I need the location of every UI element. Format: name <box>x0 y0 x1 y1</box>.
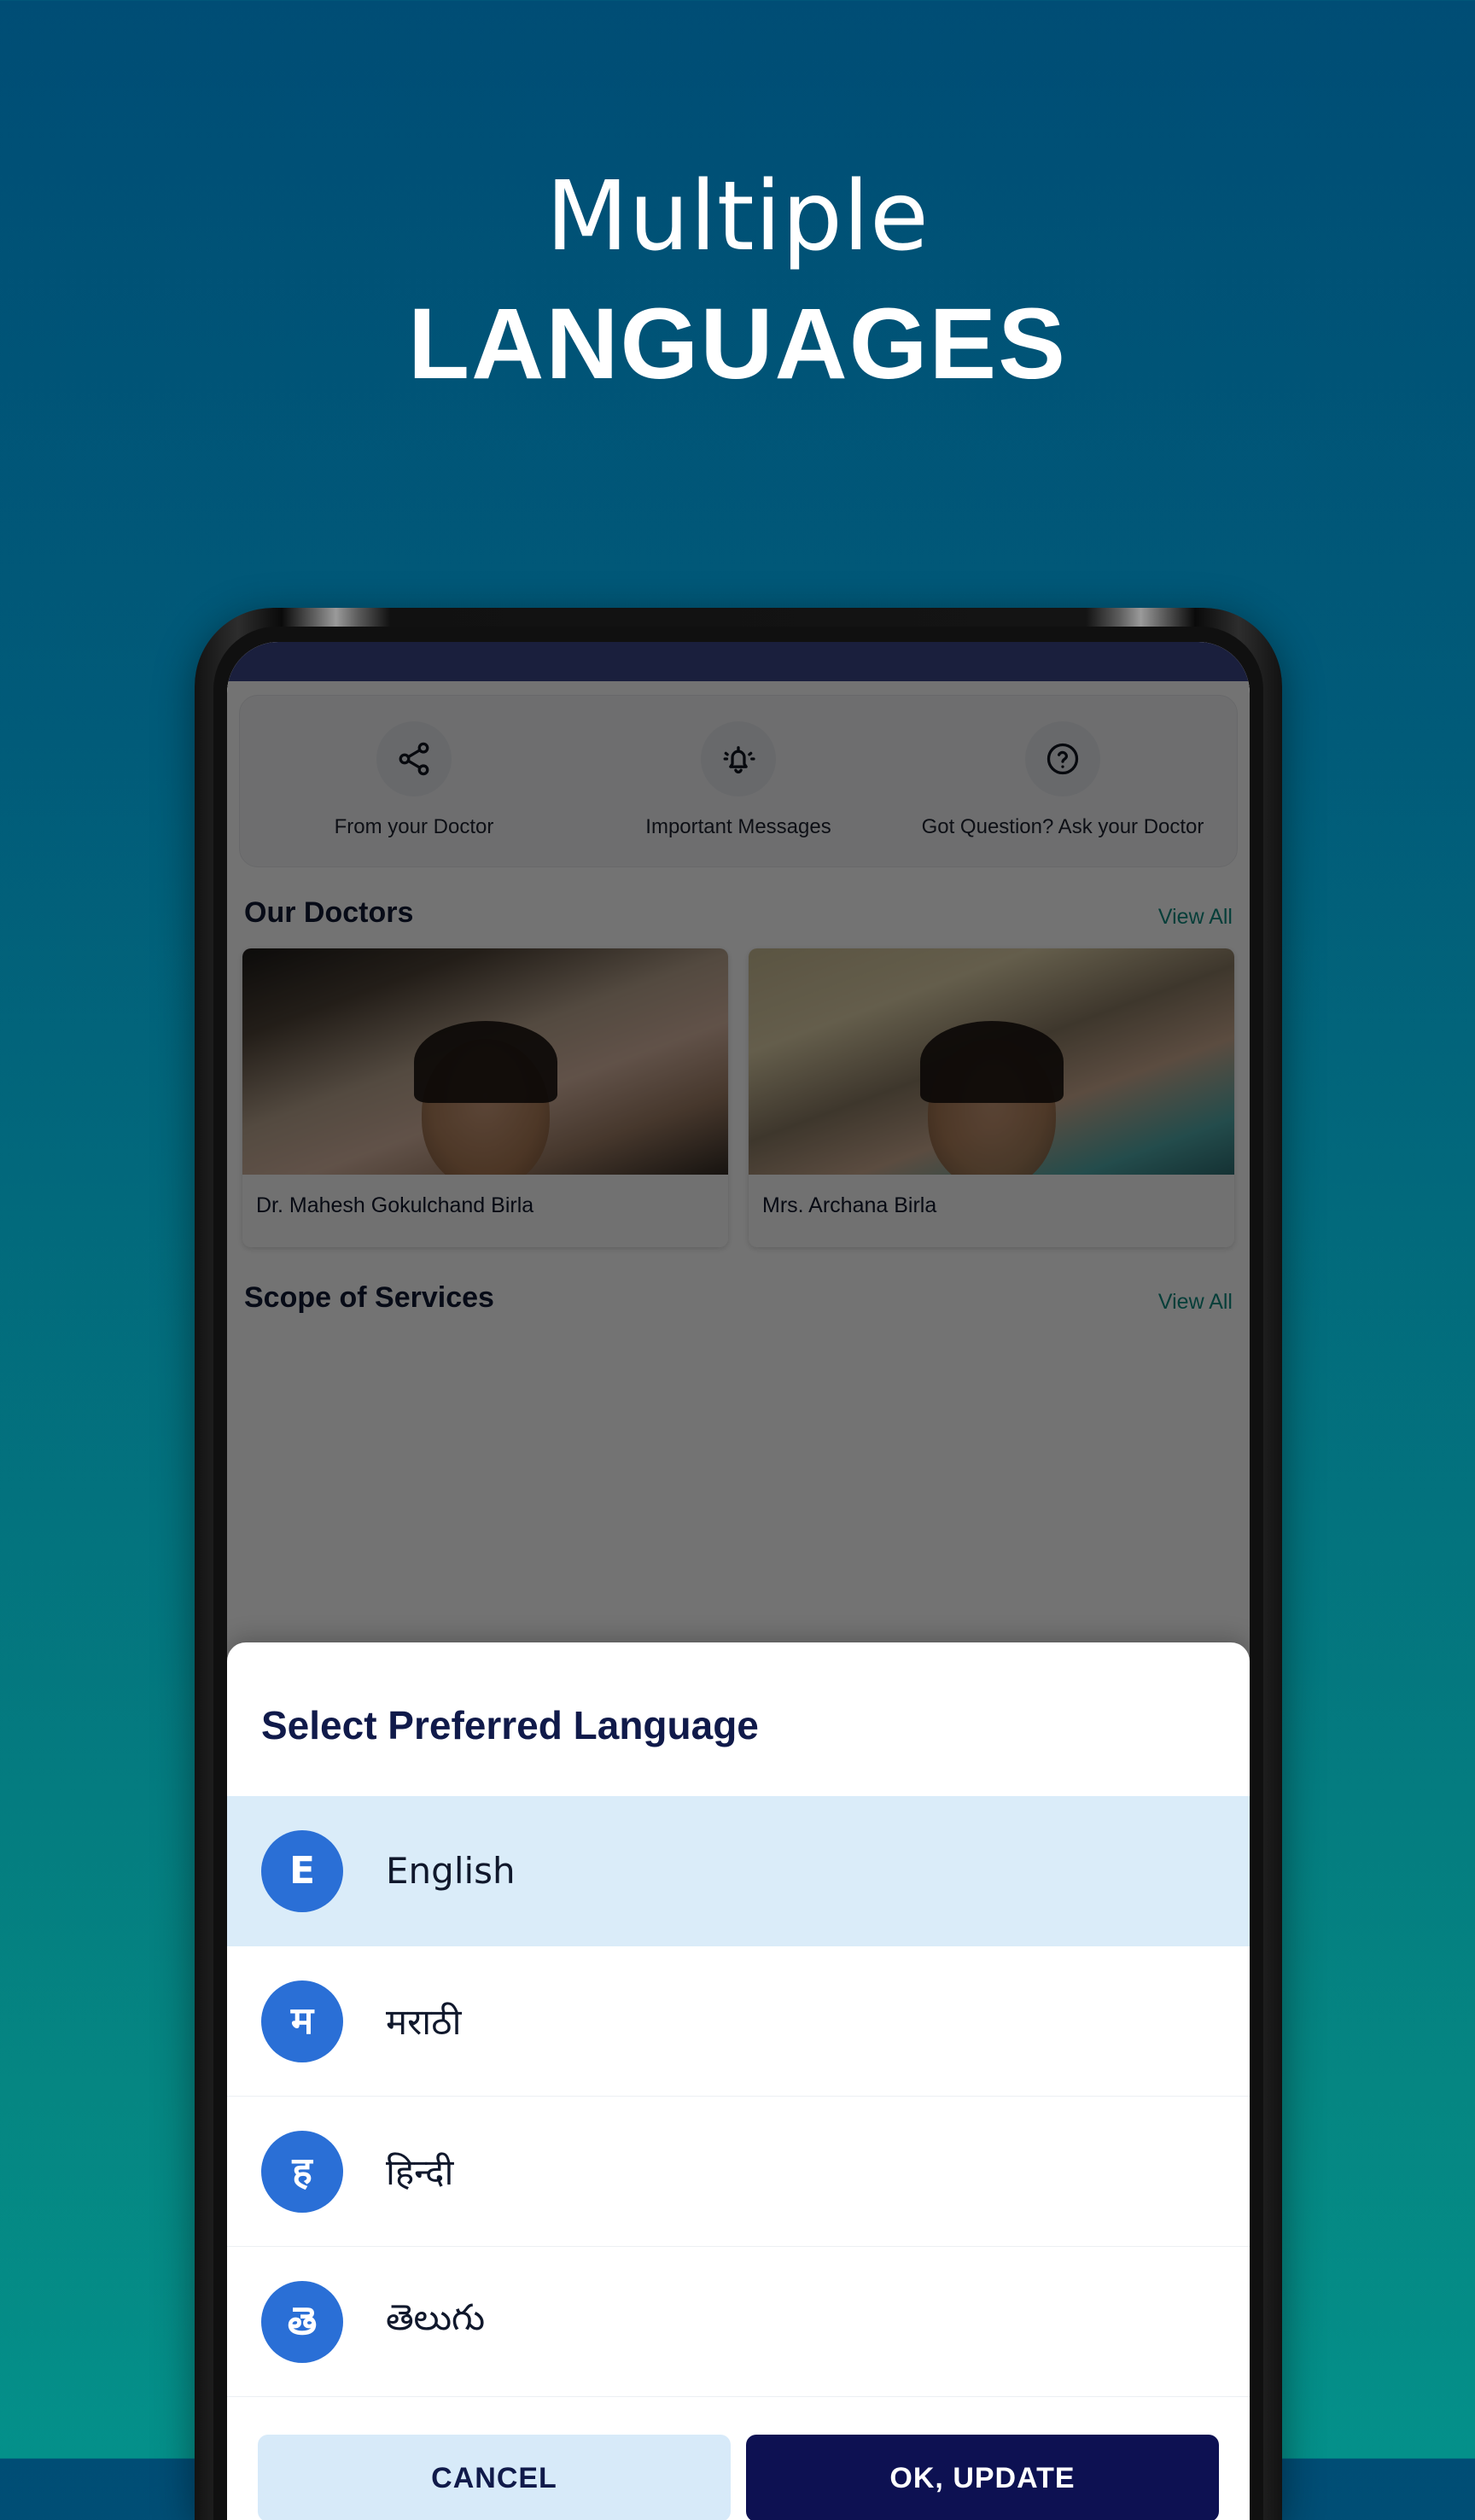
phone-bezel: From your Doctor Important Messages Got … <box>213 627 1263 2520</box>
section-header-our-doctors: Our Doctors View All <box>244 896 1233 930</box>
phone-screen: From your Doctor Important Messages Got … <box>227 642 1250 2520</box>
bell-icon <box>701 721 776 796</box>
language-option-english[interactable]: E English <box>227 1796 1250 1946</box>
promo-line-1: Multiple <box>545 161 930 272</box>
doctor-photo <box>749 948 1234 1175</box>
promo-headline: Multiple LANGUAGES <box>0 0 1475 397</box>
language-option-telugu[interactable]: తె తెలుగు <box>227 2247 1250 2397</box>
language-label: తెలుగు <box>386 2295 486 2338</box>
app-scroll-area[interactable]: From your Doctor Important Messages Got … <box>227 681 1250 1315</box>
section-title: Scope of Services <box>244 1281 494 1315</box>
language-avatar: म <box>261 1980 343 2062</box>
doctor-photo-hair <box>413 1021 557 1104</box>
dialog-title: Select Preferred Language <box>261 1703 759 1747</box>
section-header-scope-of-services: Scope of Services View All <box>244 1281 1233 1315</box>
quick-action-label: Got Question? Ask your Doctor <box>921 815 1204 838</box>
cancel-button[interactable]: CANCEL <box>258 2435 731 2520</box>
dialog-actions: CANCEL OK, UPDATE <box>227 2397 1250 2520</box>
doctor-photo <box>242 948 728 1175</box>
quick-action-label: From your Doctor <box>334 815 494 838</box>
section-title: Our Doctors <box>244 896 414 930</box>
promo-line-2: LANGUAGES <box>408 287 1067 400</box>
quick-action-important-messages[interactable]: Important Messages <box>576 721 901 841</box>
language-label: हिन्दी <box>386 2151 454 2193</box>
language-avatar: తె <box>261 2280 343 2363</box>
quick-actions-card: From your Doctor Important Messages Got … <box>239 695 1238 868</box>
question-circle-icon <box>1025 721 1100 796</box>
language-avatar: E <box>261 1829 343 1912</box>
doctor-name: Dr. Mahesh Gokulchand Birla <box>256 1193 534 1218</box>
phone-mockup: From your Doctor Important Messages Got … <box>195 608 1282 2520</box>
language-label: मराठी <box>386 2001 462 2043</box>
ok-update-button[interactable]: OK, UPDATE <box>746 2435 1219 2520</box>
doctor-card[interactable]: Dr. Mahesh Gokulchand Birla <box>242 948 728 1248</box>
view-all-link[interactable]: View All <box>1158 905 1233 930</box>
language-avatar: ह <box>261 2130 343 2213</box>
quick-action-from-your-doctor[interactable]: From your Doctor <box>252 721 576 841</box>
view-all-link[interactable]: View All <box>1158 1290 1233 1315</box>
status-bar <box>227 642 1250 681</box>
doctor-card-list: Dr. Mahesh Gokulchand Birla Mrs. Archana… <box>242 948 1234 1248</box>
doctor-photo-hair <box>919 1021 1064 1104</box>
language-label: English <box>386 1850 516 1892</box>
share-icon <box>376 721 452 796</box>
select-language-dialog: Select Preferred Language E English म मर… <box>227 1642 1250 2520</box>
quick-action-label: Important Messages <box>645 815 831 838</box>
quick-action-ask-your-doctor[interactable]: Got Question? Ask your Doctor <box>901 721 1225 841</box>
doctor-card[interactable]: Mrs. Archana Birla <box>749 948 1234 1248</box>
language-option-marathi[interactable]: म मराठी <box>227 1946 1250 2097</box>
language-option-hindi[interactable]: ह हिन्दी <box>227 2097 1250 2247</box>
doctor-name: Mrs. Archana Birla <box>762 1193 937 1218</box>
